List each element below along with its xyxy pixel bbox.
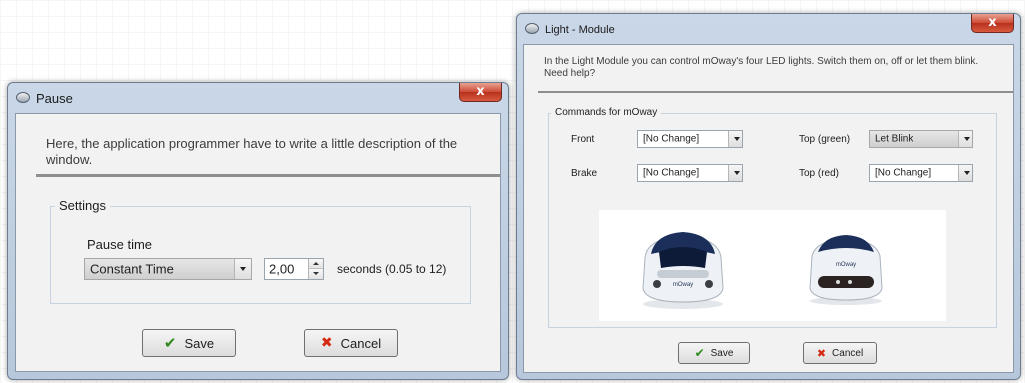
robot-front-brand: mOway	[673, 282, 693, 288]
commands-group: Commands for mOway Front [No Change] Top…	[548, 107, 997, 328]
robot-rear-light	[848, 280, 852, 284]
front-label: Front	[571, 134, 595, 145]
pause-description: Here, the application programmer have to…	[46, 136, 458, 167]
x-icon: ✖	[320, 335, 333, 351]
light-separator	[538, 91, 1013, 93]
brake-value: [No Change]	[643, 167, 700, 179]
moway-logo-icon	[16, 92, 30, 103]
spinner-up-icon[interactable]	[309, 259, 323, 269]
top-red-value: [No Change]	[875, 167, 932, 179]
pause-title-bar[interactable]: Pause x	[8, 83, 508, 113]
chevron-down-icon[interactable]	[958, 165, 972, 181]
pause-time-value: 2,00	[269, 261, 295, 277]
robot-rear-light	[836, 280, 840, 284]
light-title: Light - Module	[545, 24, 615, 36]
settings-group: Settings Pause time Constant Time 2,00 s…	[50, 198, 471, 304]
top-red-select[interactable]: [No Change]	[869, 164, 973, 182]
robot-left-light	[653, 280, 661, 288]
front-value: [No Change]	[643, 133, 700, 145]
spinner-down-icon[interactable]	[309, 269, 323, 279]
top-green-select[interactable]: Let Blink	[869, 130, 973, 148]
robot-rear-image: mOway	[809, 235, 883, 305]
robot-rear-panel	[818, 276, 874, 288]
robot-right-light	[705, 280, 713, 288]
light-close-button[interactable]: x	[971, 14, 1014, 33]
pause-cancel-label: Cancel	[340, 335, 382, 351]
spinner-buttons	[308, 259, 323, 279]
commands-group-label: Commands for mOway	[551, 107, 662, 118]
moway-logo-icon	[525, 23, 539, 34]
chevron-down-icon[interactable]	[728, 131, 742, 147]
robot-sensor-band	[657, 270, 709, 278]
pause-save-label: Save	[184, 335, 215, 351]
pause-mode-select[interactable]: Constant Time	[84, 258, 252, 280]
pause-units-label: seconds (0.05 to 12)	[337, 262, 447, 276]
robot-visor	[659, 247, 707, 268]
robot-rear-brand: mOway	[836, 262, 856, 268]
light-description: In the Light Module you can control mOwa…	[544, 56, 979, 79]
pause-time-spinner[interactable]: 2,00	[264, 258, 324, 280]
light-cancel-button[interactable]: ✖ Cancel	[803, 342, 877, 364]
pause-dialog: Pause x Here, the application programmer…	[7, 82, 509, 380]
x-icon: ✖	[816, 346, 827, 360]
front-select[interactable]: [No Change]	[637, 130, 743, 148]
settings-group-label: Settings	[55, 198, 110, 213]
top-green-value: Let Blink	[875, 133, 914, 145]
light-dialog: Light - Module x In the Light Module you…	[516, 13, 1021, 380]
top-red-label: Top (red)	[799, 168, 840, 179]
pause-close-button[interactable]: x	[459, 83, 502, 102]
pause-client-area: Here, the application programmer have to…	[15, 113, 501, 372]
check-icon: ✔	[694, 346, 705, 360]
chevron-down-icon[interactable]	[958, 131, 972, 147]
pause-title: Pause	[36, 91, 73, 106]
check-icon: ✔	[163, 334, 177, 352]
top-green-label: Top (green)	[799, 134, 851, 145]
light-title-bar[interactable]: Light - Module x	[517, 14, 1020, 44]
pause-save-button[interactable]: ✔ Save	[142, 329, 236, 357]
chevron-down-icon[interactable]	[728, 165, 742, 181]
brake-label: Brake	[571, 168, 598, 179]
pause-time-label: Pause time	[87, 237, 153, 252]
pause-separator	[36, 174, 500, 177]
light-save-label: Save	[710, 347, 734, 359]
robot-image-panel: mOway mOway	[599, 210, 946, 321]
light-cancel-label: Cancel	[832, 347, 864, 359]
robot-front-image: mOway	[642, 232, 724, 309]
light-client-area: In the Light Module you can control mOwa…	[523, 44, 1014, 373]
chevron-down-icon[interactable]	[234, 259, 251, 279]
pause-cancel-button[interactable]: ✖ Cancel	[304, 329, 398, 357]
brake-select[interactable]: [No Change]	[637, 164, 743, 182]
light-save-button[interactable]: ✔ Save	[678, 342, 750, 364]
pause-mode-value: Constant Time	[90, 261, 174, 277]
